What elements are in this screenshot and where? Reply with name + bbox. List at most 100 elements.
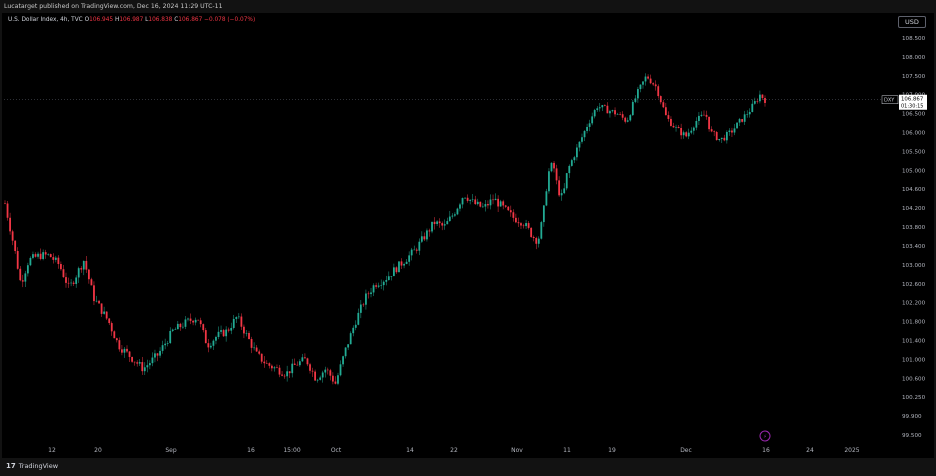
currency-button[interactable]: USD <box>898 16 926 28</box>
candle-body <box>93 285 95 302</box>
candle-body <box>243 326 245 334</box>
candle-body <box>118 340 121 350</box>
candle-body <box>98 300 100 304</box>
x-tick-label: 2025 <box>844 447 859 454</box>
candle-body <box>392 267 395 277</box>
candle-body <box>487 204 489 206</box>
candle-body <box>459 204 461 209</box>
candle-body <box>133 361 136 363</box>
candle-body <box>466 197 469 201</box>
candle-body <box>47 254 50 255</box>
candle-body <box>194 319 197 323</box>
candle-body <box>629 115 632 121</box>
legend-change: −0.078 (−0.07%) <box>204 17 256 23</box>
candle-body <box>161 345 164 351</box>
candle-body <box>609 111 611 114</box>
candle-body <box>270 365 273 369</box>
x-tick-label: Dec <box>680 447 692 454</box>
candle-body <box>733 128 736 133</box>
candle-body <box>568 165 571 174</box>
x-tick-label: 19 <box>608 447 616 454</box>
candle-body <box>19 268 22 281</box>
candle-body <box>738 119 741 123</box>
candle-body <box>281 374 283 376</box>
candle-body <box>504 205 507 207</box>
candle-body <box>39 253 42 259</box>
y-tick-label: 104.200 <box>902 206 926 212</box>
x-tick-label: 14 <box>406 447 414 454</box>
candle-body <box>731 130 733 133</box>
candle-body <box>550 162 553 172</box>
candle-body <box>692 127 695 131</box>
y-tick-label: 104.600 <box>902 187 926 193</box>
candle-body <box>301 357 304 362</box>
y-tick-label: 101.000 <box>902 357 926 363</box>
candle-body <box>235 317 238 319</box>
candle-body <box>260 353 263 362</box>
x-tick-label: 16 <box>762 447 770 454</box>
candle-body <box>365 293 367 305</box>
candle-body <box>764 98 766 103</box>
candle-body <box>156 353 159 356</box>
candle-body <box>509 210 512 213</box>
candle-body <box>9 217 11 232</box>
candle-body <box>34 254 37 257</box>
candle-body <box>372 285 375 293</box>
candle-body <box>357 312 360 325</box>
candle-body <box>187 318 189 320</box>
candle-body <box>464 197 466 199</box>
candle-body <box>611 110 614 112</box>
candle-body <box>189 318 192 321</box>
candle-body <box>82 260 85 270</box>
candle-body <box>141 362 144 372</box>
y-tick-label: 106.500 <box>902 112 926 118</box>
candle-body <box>537 238 540 244</box>
candle-body <box>461 198 464 205</box>
candle-body <box>619 114 622 115</box>
price-tag-symbol: DXY <box>884 98 895 104</box>
time-axis[interactable]: 12 20 Sep 16 15:00 Oct 14 22 Nov 11 19 Dec 16 24 2025 <box>48 447 860 454</box>
y-tick-label: 100.250 <box>902 395 926 401</box>
candle-body <box>268 363 271 366</box>
event-marker-icon[interactable]: ⚡ <box>759 430 771 442</box>
candle-body <box>410 249 413 256</box>
candle-body <box>596 108 599 111</box>
last-price-tag: DXY 106.867 01:30:15 <box>881 94 927 110</box>
candle-body <box>222 330 225 337</box>
tradingview-logo[interactable]: 17 TradingView <box>6 462 58 470</box>
candle-body <box>337 375 339 384</box>
candle-body <box>682 132 685 136</box>
candle-body <box>723 137 726 141</box>
candle-body <box>230 327 233 331</box>
candle-body <box>54 257 57 260</box>
candle-body <box>90 279 93 286</box>
candle-body <box>171 329 174 331</box>
candle-body <box>217 331 220 338</box>
candle-body <box>212 340 215 346</box>
candle-body <box>588 123 591 127</box>
candle-body <box>413 249 416 251</box>
candle-body <box>718 138 721 141</box>
candle-body <box>680 128 683 136</box>
candle-body <box>746 114 749 115</box>
candle-body <box>654 84 657 87</box>
candle-body <box>614 110 616 115</box>
candlestick-chart[interactable]: 108.500108.000107.500107.000106.500106.0… <box>0 0 936 476</box>
candle-body <box>80 268 83 270</box>
candle-body <box>166 343 169 344</box>
candle-body <box>326 369 329 371</box>
candle-body <box>60 264 62 270</box>
candle-body <box>606 105 609 114</box>
y-tick-label: 108.500 <box>902 36 926 42</box>
candle-body <box>115 338 118 341</box>
x-tick-label: 22 <box>450 447 458 454</box>
y-tick-label: 103.400 <box>902 244 926 250</box>
candle-body <box>159 350 161 356</box>
candle-body <box>263 361 266 364</box>
x-tick-label: 24 <box>806 447 814 454</box>
candle-body <box>283 375 286 377</box>
candle-body <box>400 261 403 266</box>
candle-body <box>240 316 243 327</box>
candle-body <box>545 191 548 206</box>
candle-body <box>576 147 578 158</box>
